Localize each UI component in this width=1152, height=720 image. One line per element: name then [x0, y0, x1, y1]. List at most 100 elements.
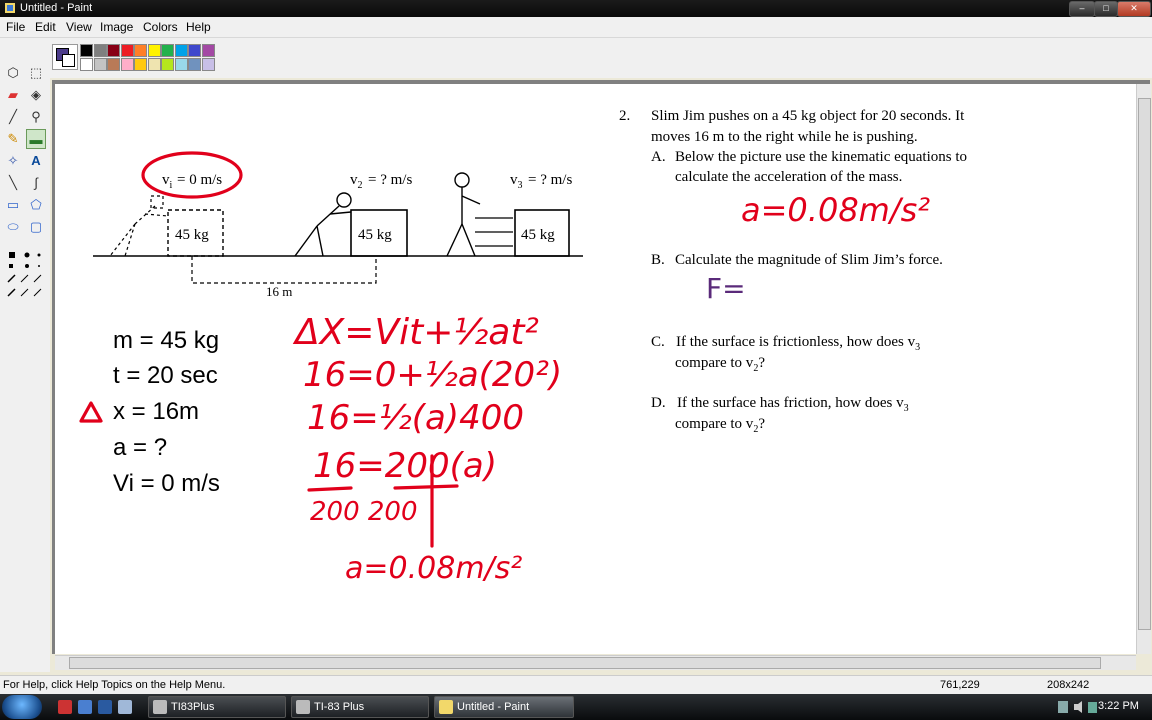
palette-swatch[interactable] — [93, 58, 107, 71]
brush-shape-options[interactable] — [5, 248, 45, 300]
rectangle-icon[interactable]: ▭ — [3, 195, 23, 215]
clock[interactable]: 3:22 PM — [1098, 700, 1139, 712]
svg-text:If the surface is frictionless: If the surface is frictionless, how does… — [676, 334, 920, 353]
volume-icon — [1074, 701, 1082, 713]
taskbar-item-paint[interactable]: Untitled - Paint — [434, 696, 574, 718]
palette-swatch[interactable] — [188, 58, 201, 71]
menu-file[interactable]: File — [6, 20, 25, 34]
problem-line-2: moves 16 m to the right while he is push… — [651, 129, 918, 145]
menu-view[interactable]: View — [66, 20, 92, 34]
color-picker-icon[interactable]: ╱ — [3, 107, 23, 127]
hw-line-3: 16=½(a)400 — [307, 398, 524, 438]
palette-swatch[interactable] — [188, 44, 201, 57]
palette-swatch[interactable] — [93, 44, 107, 57]
start-button[interactable] — [2, 695, 42, 719]
paint-app-icon — [5, 3, 15, 13]
menu-bar: File Edit View Image Colors Help — [0, 17, 1152, 38]
palette-swatch[interactable] — [174, 44, 188, 57]
ellipse-icon[interactable]: ⬭ — [3, 217, 23, 237]
dashed-stick-figure — [109, 195, 169, 257]
palette-swatch[interactable] — [161, 58, 174, 71]
rounded-rectangle-icon[interactable]: ▢ — [26, 217, 46, 237]
v2-symbol: v2 — [350, 172, 363, 191]
drawing-canvas[interactable]: 45 kg vi = 0 m/s 45 kg v2 = ? m/s 45 kg — [55, 84, 1137, 654]
menu-image[interactable]: Image — [100, 20, 133, 34]
vertical-scrollbar[interactable] — [1136, 84, 1151, 654]
palette-swatch[interactable] — [120, 58, 134, 71]
taskbar-item-label: Untitled - Paint — [457, 701, 530, 713]
taskbar-item-ti83plus[interactable]: TI83Plus — [148, 696, 286, 718]
part-a-line-2: calculate the acceleration of the mass. — [675, 169, 902, 185]
palette-swatch[interactable] — [107, 58, 120, 71]
window-title: Untitled - Paint — [20, 2, 93, 14]
part-d-label: D. — [651, 395, 666, 411]
status-bar: For Help, click Help Topics on the Help … — [0, 675, 1152, 695]
quick-launch-desktop-icon — [78, 700, 92, 714]
pushing-stick-figure — [294, 192, 352, 257]
hw-line-4: 16=200(a) — [313, 446, 497, 486]
menu-colors[interactable]: Colors — [143, 20, 178, 34]
palette-swatch[interactable] — [174, 58, 188, 71]
minimize-button[interactable]: – — [1069, 1, 1095, 17]
close-button[interactable]: ✕ — [1117, 1, 1151, 17]
palette-swatch[interactable] — [107, 44, 120, 57]
palette-swatch[interactable] — [120, 44, 134, 57]
menu-edit[interactable]: Edit — [35, 20, 56, 34]
problem-text: 2. Slim Jim pushes on a 45 kg object for… — [619, 108, 967, 435]
color-box — [0, 38, 1152, 78]
part-c-line-1: If the surface is frictionless, how does… — [676, 334, 916, 350]
maximize-button[interactable]: □ — [1094, 1, 1118, 17]
quick-launch-app-icon — [58, 700, 72, 714]
box-label-1: 45 kg — [175, 227, 209, 243]
text-icon[interactable]: A — [26, 151, 46, 171]
given-displacement: x = 16m — [113, 398, 199, 425]
palette-swatch[interactable] — [201, 44, 215, 57]
problem-number: 2. — [619, 108, 630, 124]
standing-stick-figure — [446, 172, 481, 257]
fill-icon[interactable]: ◈ — [26, 85, 46, 105]
horizontal-scroll-thumb[interactable] — [69, 657, 1101, 669]
palette-swatch[interactable] — [80, 44, 93, 57]
v2-label: = ? m/s — [368, 172, 412, 188]
palette-swatch[interactable] — [134, 44, 147, 57]
current-colors[interactable] — [52, 44, 78, 70]
worksheet-drawing: 45 kg vi = 0 m/s 45 kg v2 = ? m/s 45 kg — [79, 108, 967, 586]
airbrush-icon[interactable]: ✧ — [3, 151, 23, 171]
part-c-line-2: compare to v — [675, 355, 754, 371]
given-acceleration: a = ? — [113, 434, 167, 461]
vi-symbol: vi — [162, 172, 173, 191]
pencil-icon[interactable]: ✎ — [3, 129, 23, 149]
palette-swatch[interactable] — [201, 58, 215, 71]
status-selection-size: 208x242 — [1047, 679, 1090, 691]
part-a-line-1: Below the picture use the kinematic equa… — [675, 149, 967, 165]
eraser-icon[interactable]: ▰ — [3, 85, 23, 105]
v3-symbol: v3 — [510, 172, 523, 191]
network-icon — [1058, 701, 1068, 713]
given-initial-velocity: Vi = 0 m/s — [113, 470, 220, 497]
palette-swatch[interactable] — [147, 44, 161, 57]
hw-line-2: 16=0+½a(20²) — [303, 355, 562, 395]
taskbar-item-ti-83-plus[interactable]: TI-83 Plus — [291, 696, 429, 718]
box-label-2: 45 kg — [358, 227, 392, 243]
menu-help[interactable]: Help — [186, 20, 211, 34]
background-color-swatch[interactable] — [62, 54, 75, 67]
magnifier-icon[interactable]: ⚲ — [26, 107, 46, 127]
free-form-select-icon[interactable]: ⬡ — [3, 63, 23, 83]
vertical-scroll-thumb[interactable] — [1138, 98, 1151, 630]
status-coordinates: 761,229 — [940, 679, 980, 691]
part-a-label: A. — [651, 149, 666, 165]
svg-text:If the surface has friction, h: If the surface has friction, how does v3 — [677, 395, 909, 414]
brush-icon[interactable]: ▬ — [26, 129, 46, 149]
quick-launch-window-icon — [98, 700, 112, 714]
horizontal-scrollbar[interactable] — [55, 655, 1136, 670]
palette-swatch[interactable] — [161, 44, 174, 57]
hw-answer-a: a=0.08m/s² — [741, 191, 930, 229]
palette-swatch[interactable] — [147, 58, 161, 71]
palette-swatch[interactable] — [80, 58, 93, 71]
select-icon[interactable]: ⬚ — [26, 63, 46, 83]
line-icon[interactable]: ╲ — [3, 173, 23, 193]
curve-icon[interactable]: ∫ — [26, 173, 46, 193]
polygon-icon[interactable]: ⬠ — [26, 195, 46, 215]
palette-swatch[interactable] — [134, 58, 147, 71]
svg-text:compare to v2?: compare to v2? — [675, 416, 765, 435]
